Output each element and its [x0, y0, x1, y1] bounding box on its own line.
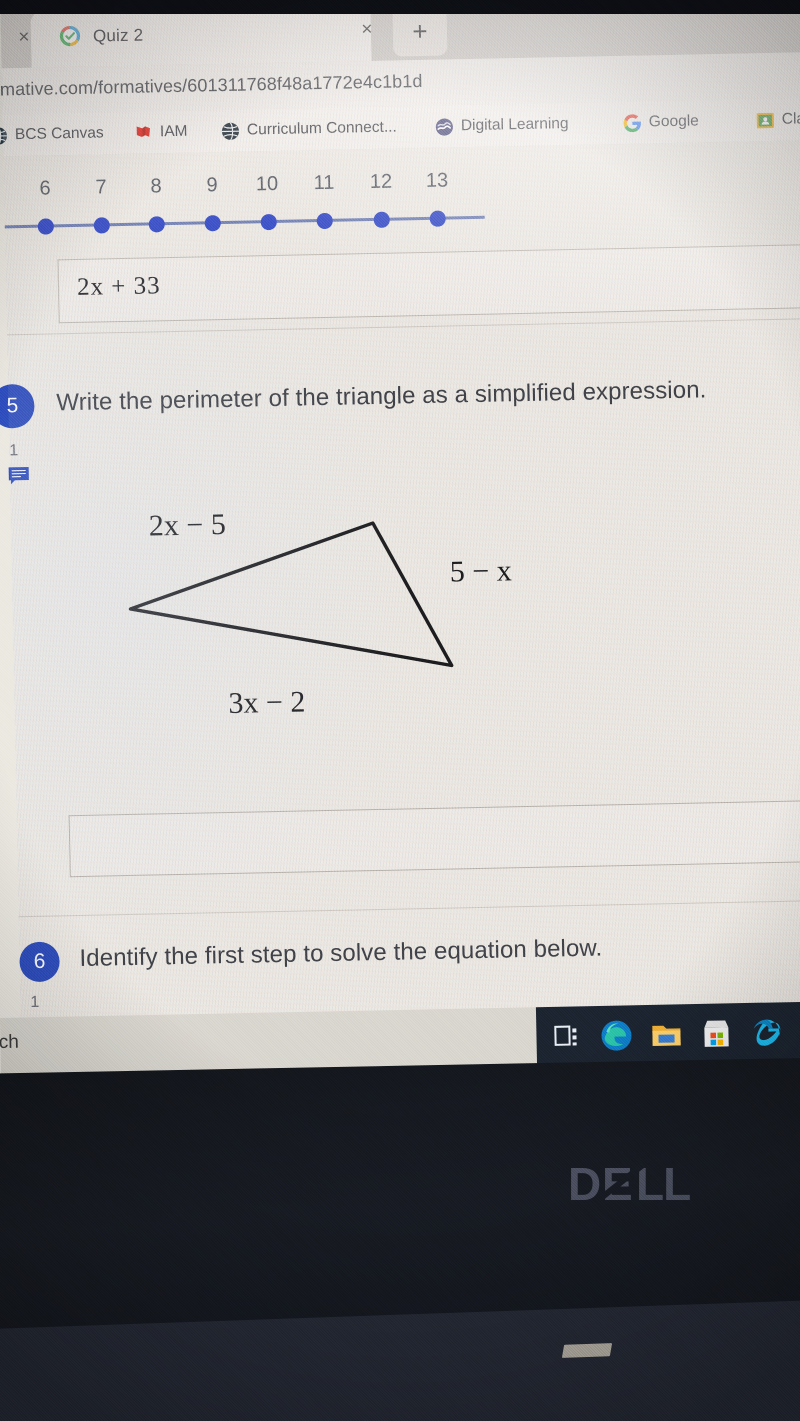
question-5-badge: 5 [0, 383, 35, 429]
previous-answer-value: 2x + 33 [76, 272, 161, 301]
bookmark-label: Google [648, 112, 699, 131]
laptop-latch-reflection [561, 1343, 613, 1358]
globe-icon [221, 121, 239, 140]
bookmark-google[interactable]: Google [623, 109, 699, 135]
globe-icon [0, 126, 8, 145]
bookmark-bcs-canvas[interactable]: BCS Canvas [0, 121, 104, 147]
question-5-prompt: Write the perimeter of the triangle as a… [56, 376, 707, 417]
number-line-label: 9 [206, 174, 218, 197]
bookmark-curriculum-connect[interactable]: Curriculum Connect... [221, 115, 397, 143]
number-line-label: 6 [39, 177, 51, 200]
taskbar-icon-tray [535, 999, 800, 1066]
formative-quiz-page: 6 7 8 9 10 11 12 13 2x + 33 5 Write the … [0, 139, 800, 1077]
triangle-side-label-bottom: 3x − 2 [228, 685, 306, 720]
number-line-axis [4, 215, 485, 229]
bookmark-digital-learning[interactable]: Digital Learning [435, 112, 569, 139]
question-6-points: 1 [30, 993, 40, 1012]
section-divider [18, 899, 800, 918]
triangle-side-label-right: 5 − x [449, 554, 513, 589]
number-line-dot[interactable] [37, 218, 54, 235]
file-explorer-icon[interactable] [648, 1016, 685, 1053]
question-6-badge: 6 [19, 941, 60, 983]
number-line-dot[interactable] [148, 216, 165, 233]
bookmark-label: BCS Canvas [14, 124, 104, 144]
bookmark-iam[interactable]: IAM [134, 120, 188, 145]
google-classroom-icon [756, 112, 774, 128]
microsoft-store-icon[interactable] [698, 1015, 735, 1052]
triangle-figure: 2x − 5 5 − x 3x − 2 [110, 495, 575, 734]
laptop-photo: × Quiz 2 × + mative.com/formatives/60131… [0, 0, 800, 1421]
top-bezel [0, 0, 800, 14]
internet-explorer-icon[interactable] [748, 1014, 785, 1051]
triangle-side-label-top: 2x − 5 [148, 508, 227, 543]
bookmark-label: Cla [781, 110, 800, 128]
bookmark-label: Digital Learning [460, 115, 569, 135]
google-g-icon [623, 113, 641, 132]
number-line-label: 13 [425, 169, 449, 192]
number-line-label: 8 [150, 175, 162, 198]
number-line-dot[interactable] [204, 215, 221, 232]
number-line-dot[interactable] [373, 211, 390, 228]
laptop-screen: × Quiz 2 × + mative.com/formatives/60131… [0, 0, 800, 1092]
previous-answer-input[interactable]: 2x + 33 [57, 243, 800, 324]
browser-tab-quiz-2[interactable]: Quiz 2 [30, 4, 372, 68]
question-6-prompt: Identify the first step to solve the equ… [79, 934, 603, 973]
response-icon [8, 466, 29, 485]
svg-text:D: D [568, 1158, 600, 1210]
bookmark-label: Curriculum Connect... [246, 118, 397, 139]
number-line-dot[interactable] [429, 210, 446, 227]
number-line-dot[interactable] [93, 217, 110, 234]
task-view-icon[interactable] [548, 1018, 585, 1055]
red-flag-icon [136, 125, 150, 137]
dell-logo: D E LL [568, 1158, 691, 1210]
question-5-points: 1 [9, 442, 19, 460]
number-line-figure: 6 7 8 9 10 11 12 13 [4, 168, 505, 250]
number-line-dot[interactable] [260, 213, 277, 231]
windows-search-text: rch [0, 1031, 20, 1054]
number-line-label: 7 [95, 176, 107, 199]
number-line-label: 10 [255, 172, 279, 196]
microsoft-edge-icon[interactable] [598, 1017, 635, 1054]
number-line-dot[interactable] [316, 212, 333, 230]
number-line-label: 12 [369, 170, 393, 194]
formative-check-icon [59, 25, 81, 47]
number-line-label: 11 [313, 171, 335, 195]
blue-app-icon[interactable] [796, 1013, 800, 1050]
bookmark-classroom[interactable]: Cla [756, 107, 800, 132]
address-bar-url: mative.com/formatives/601311768f48a1772e… [0, 70, 423, 100]
bookmark-label: IAM [159, 122, 188, 141]
browser-tab-title: Quiz 2 [92, 25, 144, 46]
wave-icon [435, 117, 453, 136]
tab-close-icon[interactable]: × [353, 17, 382, 44]
question-5-answer-input[interactable] [68, 799, 800, 878]
